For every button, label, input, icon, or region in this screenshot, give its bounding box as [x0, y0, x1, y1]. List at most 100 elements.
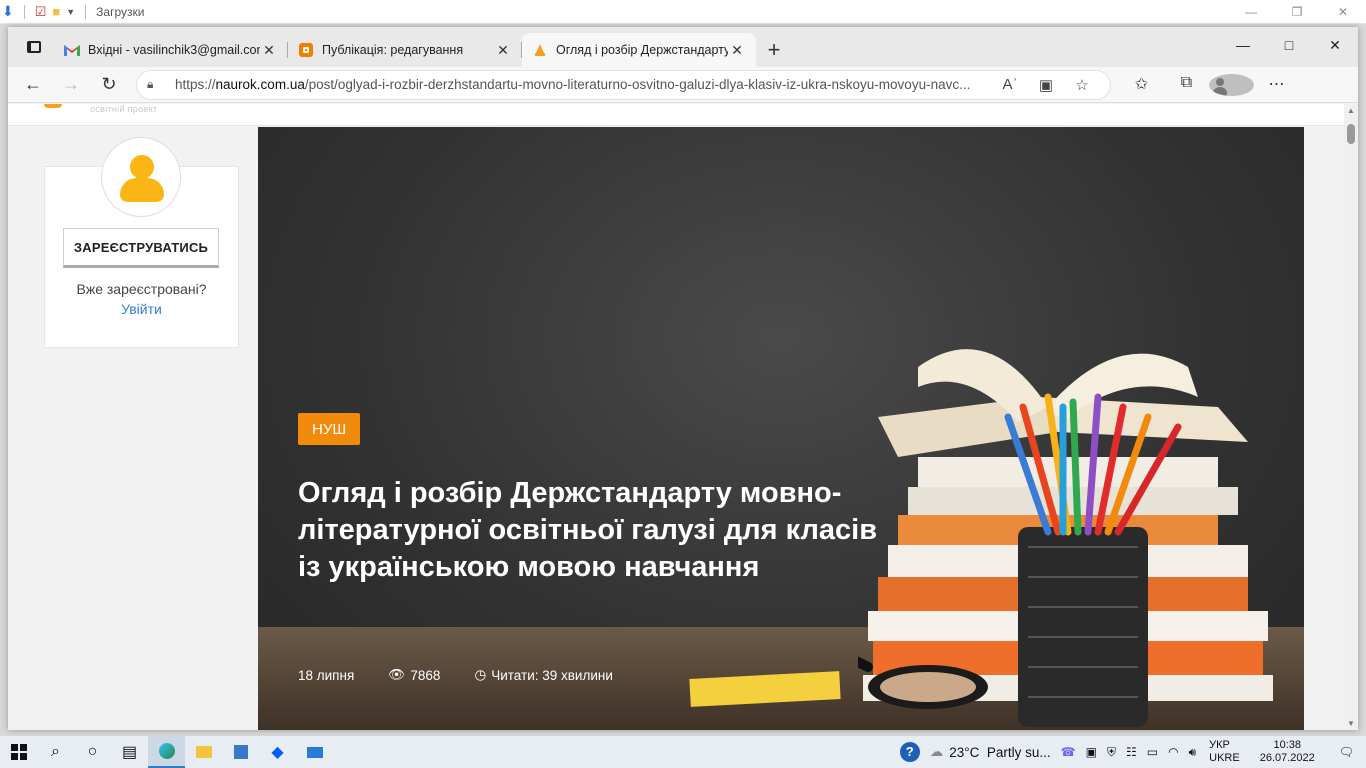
dropbox-taskbar-icon[interactable]: ◆: [259, 736, 296, 768]
logo-subtitle: освітній проект: [90, 104, 158, 114]
browser-minimize-button[interactable]: —: [1220, 27, 1266, 63]
back-button[interactable]: ←: [14, 69, 52, 101]
blogger-icon: [298, 42, 314, 58]
article-title: Огляд і розбір Держстандарту мовно-літер…: [298, 477, 878, 583]
scroll-thumb[interactable]: [1347, 124, 1355, 144]
explorer-title-strip: ⬇ ☑ ■ ▼ Загрузки — ❐ ✕: [0, 0, 1366, 24]
search-icon[interactable]: ⌕: [37, 736, 74, 768]
forward-button[interactable]: →: [52, 69, 90, 101]
viber-icon[interactable]: ☎: [1056, 745, 1081, 759]
article-read-time: ◷ Читати: 39 хвилини: [474, 667, 612, 683]
temperature: 23°C: [949, 744, 980, 760]
explorer-minimize-button[interactable]: —: [1228, 0, 1274, 24]
clock-date: 26.07.2022: [1259, 752, 1315, 764]
url-text: https://naurok.com.ua/post/oglyad-i-rozb…: [167, 77, 992, 92]
browser-window: Вхідні - vasilinchik3@gmail.com ✕ Публік…: [8, 27, 1358, 730]
article-hero: НУШ Огляд і розбір Держстандарту мовно-л…: [258, 127, 1304, 730]
tab-title: Вхідні - vasilinchik3@gmail.com: [88, 43, 260, 57]
read-time-text: Читати: 39 хвилини: [491, 667, 613, 683]
more-menu-icon[interactable]: ⋯: [1254, 74, 1299, 96]
profile-avatar-icon: [1209, 73, 1254, 96]
lang-top: УКР: [1209, 739, 1230, 751]
weather-widget[interactable]: ☁ 23°C Partly su...: [925, 744, 1056, 760]
security-icon[interactable]: ⛨: [1102, 745, 1121, 760]
close-tab-icon[interactable]: ✕: [728, 42, 746, 59]
browser-maximize-button[interactable]: □: [1266, 27, 1312, 63]
explorer-close-button[interactable]: ✕: [1320, 0, 1366, 24]
task-view-icon[interactable]: ▤: [111, 736, 148, 768]
article-views: 👁︎ 7868: [388, 667, 440, 683]
clock-time: 10:38: [1273, 739, 1301, 751]
tab-title: Огляд і розбір Держстандарту: [556, 43, 728, 57]
naurok-logo-icon[interactable]: [44, 104, 62, 108]
favorites-icon[interactable]: ✩: [1119, 74, 1164, 96]
read-aloud-icon[interactable]: Aʾ: [992, 76, 1028, 93]
close-tab-icon[interactable]: ✕: [494, 42, 512, 59]
battery-icon[interactable]: ▭: [1142, 745, 1163, 759]
browser-close-button[interactable]: ✕: [1312, 27, 1358, 63]
user-card: ЗАРЕЄСТРУВАТИСЬ Вже зареєстровані? Увійт…: [44, 137, 239, 348]
folder-icon[interactable]: ■: [52, 4, 60, 19]
weather-text: Partly su...: [986, 744, 1051, 760]
tab-naurok[interactable]: Огляд і розбір Держстандарту ✕: [522, 33, 756, 67]
properties-icon[interactable]: ☑: [35, 4, 47, 20]
windows-icon: [10, 744, 27, 760]
tab-actions-button[interactable]: [14, 27, 54, 67]
file-explorer-taskbar-icon[interactable]: [185, 736, 222, 768]
register-button[interactable]: ЗАРЕЄСТРУВАТИСЬ: [63, 228, 219, 268]
url-protocol: https://: [175, 77, 216, 92]
article-meta: 18 липня 👁︎ 7868 ◷ Читати: 39 хвилини: [298, 667, 613, 683]
network-adapter-icon[interactable]: ☷: [1121, 745, 1142, 759]
start-button[interactable]: [0, 736, 37, 768]
tab-actions-icon: [27, 41, 41, 53]
collections-icon[interactable]: ⧉: [1164, 74, 1209, 96]
tab-blogger[interactable]: Публікація: редагування ✕: [288, 33, 522, 67]
new-tab-button[interactable]: +: [756, 33, 792, 67]
scroll-down-icon[interactable]: ▼: [1347, 719, 1355, 728]
explorer-restore-button[interactable]: ❐: [1274, 0, 1320, 24]
meet-now-icon[interactable]: ▣: [1081, 745, 1102, 759]
divider: [85, 4, 87, 19]
mail-taskbar-icon[interactable]: [296, 736, 333, 768]
refresh-button[interactable]: ↻: [90, 69, 128, 101]
scroll-up-icon[interactable]: ▲: [1347, 106, 1355, 115]
cortana-icon[interactable]: ○: [74, 736, 111, 768]
volume-icon[interactable]: 🔊︎: [1184, 745, 1202, 760]
close-tab-icon[interactable]: ✕: [260, 42, 278, 59]
clock[interactable]: 10:38 26.07.2022: [1248, 739, 1327, 765]
address-bar: ← → ↻ 🔒︎ https://naurok.com.ua/post/ogly…: [8, 67, 1358, 103]
gmail-icon: [64, 42, 80, 58]
store-taskbar-icon[interactable]: [222, 736, 259, 768]
language-indicator[interactable]: УКР UKRE: [1201, 739, 1248, 765]
tab-bar: Вхідні - vasilinchik3@gmail.com ✕ Публік…: [8, 27, 1358, 67]
already-registered-text: Вже зареєстровані?: [76, 281, 207, 297]
edge-taskbar-icon[interactable]: [148, 736, 185, 768]
lock-icon[interactable]: 🔒︎: [147, 77, 167, 92]
category-badge[interactable]: НУШ: [298, 413, 361, 445]
views-count: 7868: [410, 667, 441, 683]
login-link[interactable]: Увійти: [45, 301, 238, 317]
help-icon[interactable]: ?: [895, 742, 925, 762]
tab-title: Публікація: редагування: [322, 43, 464, 57]
immersive-reader-icon[interactable]: ▣: [1028, 76, 1064, 94]
add-favorite-icon[interactable]: ☆: [1064, 76, 1100, 94]
books-pencils-illustration: [858, 349, 1273, 727]
date-text: 18 липня: [298, 667, 355, 683]
divider: [23, 4, 25, 19]
quick-access-dropdown-icon[interactable]: ▼: [66, 7, 75, 17]
page-scrollbar[interactable]: ▲ ▼: [1344, 104, 1358, 730]
profile-button[interactable]: [1209, 73, 1254, 96]
url-domain: naurok.com.ua: [215, 77, 305, 92]
lang-bottom: UKRE: [1209, 752, 1240, 764]
url-field[interactable]: 🔒︎ https://naurok.com.ua/post/oglyad-i-r…: [136, 69, 1111, 100]
site-header: освітній проект: [8, 104, 1344, 126]
wifi-icon[interactable]: ◠: [1163, 745, 1183, 759]
user-avatar-icon: [101, 137, 181, 217]
cloud-icon: ☁: [929, 744, 944, 759]
notifications-icon[interactable]: 🗨︎: [1327, 745, 1366, 759]
naurok-icon: [532, 42, 548, 58]
tab-gmail[interactable]: Вхідні - vasilinchik3@gmail.com ✕: [54, 33, 288, 67]
explorer-title: Загрузки: [96, 4, 145, 19]
taskbar: ⌕ ○ ▤ ◆ ? ☁ 23°C Partly su... ☎ ▣ ⛨ ☷ ▭ ◠…: [0, 736, 1366, 768]
download-arrow-icon[interactable]: ⬇: [2, 3, 14, 20]
